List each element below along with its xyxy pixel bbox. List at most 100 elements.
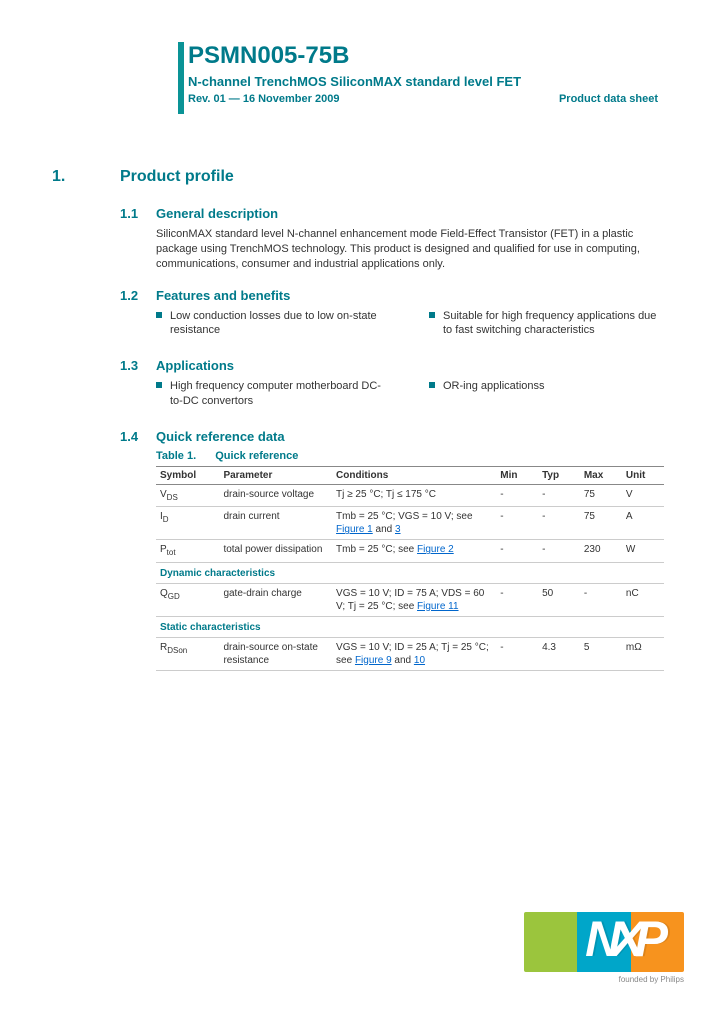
cell-min: - <box>496 540 538 562</box>
static-characteristics-label: Static characteristics <box>156 616 664 637</box>
cell-unit: A <box>622 507 664 540</box>
dynamic-characteristics-label: Dynamic characteristics <box>156 562 664 583</box>
cell-typ: 4.3 <box>538 637 580 670</box>
logo-tagline: founded by Philips <box>619 975 684 984</box>
table-row: RDSon drain-source on-state resistance V… <box>156 637 664 670</box>
header-accent-bar <box>178 42 184 114</box>
cell-conditions: Tmb = 25 °C; see Figure 2 <box>332 540 496 562</box>
cell-conditions: VGS = 10 V; ID = 25 A; Tj = 25 °C; see F… <box>332 637 496 670</box>
table-row: ID drain current Tmb = 25 °C; VGS = 10 V… <box>156 507 664 540</box>
col-conditions: Conditions <box>332 466 496 484</box>
section-1-4-title: Quick reference data <box>156 429 285 444</box>
applications-list: High frequency computer motherboard DC-t… <box>156 379 662 413</box>
section-1-title: Product profile <box>120 168 234 186</box>
col-symbol: Symbol <box>156 466 219 484</box>
col-parameter: Parameter <box>219 466 332 484</box>
figure-link[interactable]: 3 <box>395 524 401 535</box>
quick-reference-table-wrap: Table 1. Quick reference Symbol Paramete… <box>156 450 662 671</box>
application-text: High frequency computer motherboard DC-t… <box>170 379 389 409</box>
section-1-1-number: 1.1 <box>120 206 156 221</box>
application-item: OR-ing applicationss <box>429 379 662 394</box>
table-caption: Table 1. Quick reference <box>156 450 662 462</box>
features-list: Low conduction losses due to low on-stat… <box>156 309 662 343</box>
revision-date: Rev. 01 — 16 November 2009 <box>188 93 339 105</box>
cell-unit: V <box>622 484 664 506</box>
table-section-row: Static characteristics <box>156 616 664 637</box>
cell-parameter: total power dissipation <box>219 540 332 562</box>
section-1-4-heading: 1.4 Quick reference data <box>120 429 662 444</box>
application-text: OR-ing applicationss <box>443 379 545 394</box>
section-1-1-heading: 1.1 General description <box>120 206 662 221</box>
section-1-2-number: 1.2 <box>120 288 156 303</box>
cell-unit: nC <box>622 583 664 616</box>
cell-min: - <box>496 484 538 506</box>
section-1-number: 1. <box>52 168 120 186</box>
nxp-logo: NXP founded by Philips <box>474 902 684 982</box>
table-row: VDS drain-source voltage Tj ≥ 25 °C; Tj … <box>156 484 664 506</box>
table-title: Quick reference <box>215 450 298 462</box>
cell-min: - <box>496 507 538 540</box>
table-section-row: Dynamic characteristics <box>156 562 664 583</box>
cell-unit: mΩ <box>622 637 664 670</box>
table-row: QGD gate-drain charge VGS = 10 V; ID = 7… <box>156 583 664 616</box>
bullet-icon <box>156 382 162 388</box>
part-number: PSMN005-75B <box>188 42 658 70</box>
cell-symbol: ID <box>156 507 219 540</box>
cell-min: - <box>496 583 538 616</box>
col-max: Max <box>580 466 622 484</box>
figure-link[interactable]: Figure 9 <box>355 655 392 666</box>
bullet-icon <box>429 382 435 388</box>
figure-link[interactable]: Figure 2 <box>417 544 454 555</box>
col-min: Min <box>496 466 538 484</box>
cell-conditions: Tj ≥ 25 °C; Tj ≤ 175 °C <box>332 484 496 506</box>
section-1-4-number: 1.4 <box>120 429 156 444</box>
col-unit: Unit <box>622 466 664 484</box>
feature-text: Low conduction losses due to low on-stat… <box>170 309 389 339</box>
cell-typ: 50 <box>538 583 580 616</box>
cell-symbol: VDS <box>156 484 219 506</box>
table-header-row: Symbol Parameter Conditions Min Typ Max … <box>156 466 664 484</box>
cell-typ: - <box>538 507 580 540</box>
cell-symbol: QGD <box>156 583 219 616</box>
document-header: PSMN005-75B N-channel TrenchMOS SiliconM… <box>188 42 658 105</box>
cell-unit: W <box>622 540 664 562</box>
section-1-1-title: General description <box>156 206 278 221</box>
cell-symbol: RDSon <box>156 637 219 670</box>
section-1-heading: 1. Product profile <box>52 168 662 186</box>
cell-max: 75 <box>580 484 622 506</box>
figure-link[interactable]: 10 <box>414 655 425 666</box>
figure-link[interactable]: Figure 1 <box>336 524 373 535</box>
cell-max: 230 <box>580 540 622 562</box>
col-typ: Typ <box>538 466 580 484</box>
general-description-text: SiliconMAX standard level N-channel enha… <box>156 227 662 272</box>
cell-max: 5 <box>580 637 622 670</box>
part-description: N-channel TrenchMOS SiliconMAX standard … <box>188 74 658 89</box>
cell-parameter: drain current <box>219 507 332 540</box>
table-number: Table 1. <box>156 450 196 462</box>
cell-typ: - <box>538 540 580 562</box>
feature-text: Suitable for high frequency applications… <box>443 309 662 339</box>
content-area: 1. Product profile 1.1 General descripti… <box>52 168 662 671</box>
cell-symbol: Ptot <box>156 540 219 562</box>
table-row: Ptot total power dissipation Tmb = 25 °C… <box>156 540 664 562</box>
quick-reference-table: Symbol Parameter Conditions Min Typ Max … <box>156 466 664 671</box>
cell-max: - <box>580 583 622 616</box>
section-1-3-title: Applications <box>156 358 234 373</box>
revision-line: Rev. 01 — 16 November 2009 Product data … <box>188 93 658 105</box>
cell-parameter: drain-source on-state resistance <box>219 637 332 670</box>
section-1-3-heading: 1.3 Applications <box>120 358 662 373</box>
section-1-2-title: Features and benefits <box>156 288 290 303</box>
cell-parameter: drain-source voltage <box>219 484 332 506</box>
figure-link[interactable]: Figure 11 <box>417 601 459 612</box>
feature-item: Low conduction losses due to low on-stat… <box>156 309 389 339</box>
section-1-2-heading: 1.2 Features and benefits <box>120 288 662 303</box>
cell-conditions: Tmb = 25 °C; VGS = 10 V; see Figure 1 an… <box>332 507 496 540</box>
cell-parameter: gate-drain charge <box>219 583 332 616</box>
application-item: High frequency computer motherboard DC-t… <box>156 379 389 409</box>
bullet-icon <box>156 312 162 318</box>
cell-conditions: VGS = 10 V; ID = 75 A; VDS = 60 V; Tj = … <box>332 583 496 616</box>
cell-typ: - <box>538 484 580 506</box>
cell-min: - <box>496 637 538 670</box>
document-type: Product data sheet <box>559 93 658 105</box>
bullet-icon <box>429 312 435 318</box>
